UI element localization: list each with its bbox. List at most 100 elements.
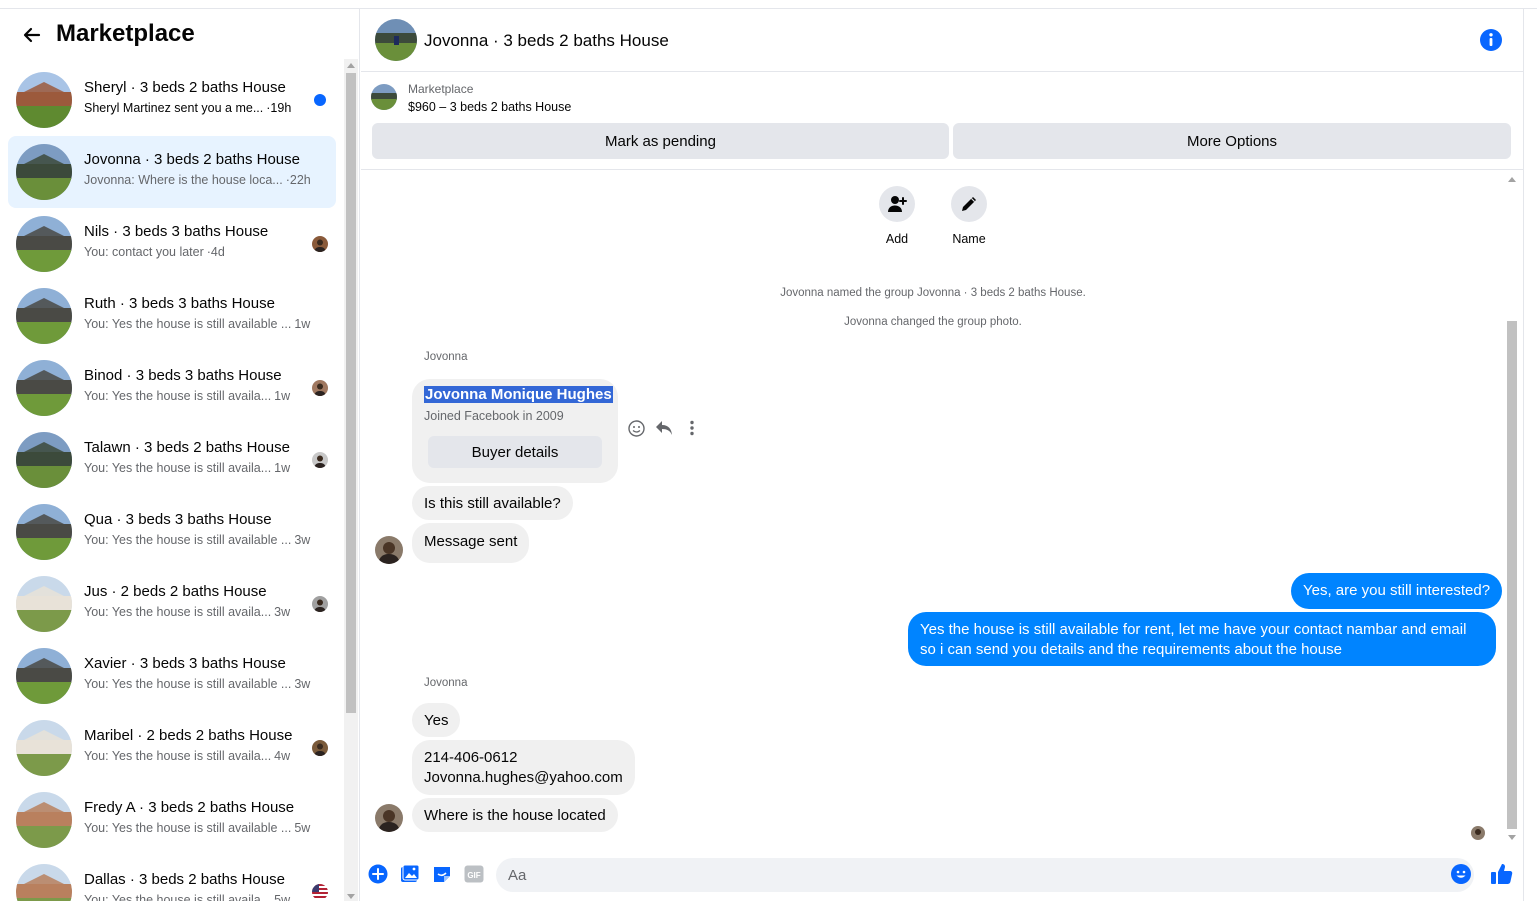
listing-avatar [16, 288, 72, 344]
snippet-time: 3w [294, 677, 311, 691]
conversation-snippet: You: Yes the house is still availa... 1w [84, 389, 319, 403]
snippet-text: You: Yes the house is still availa... [84, 461, 272, 475]
conversation-item[interactable]: Sheryl · 3 beds 2 baths House Sheryl Mart… [8, 64, 336, 136]
listing-avatar [16, 504, 72, 560]
sender-avatar[interactable] [375, 536, 403, 564]
unread-dot-icon [312, 92, 328, 108]
incoming-message[interactable]: Where is the house located [412, 798, 618, 832]
snippet-text: You: Yes the house is still available ..… [84, 533, 292, 547]
conversation-item[interactable]: Nils · 3 beds 3 baths House You: contact … [8, 208, 336, 280]
add-people-action[interactable]: Add [867, 186, 927, 246]
scroll-up-arrow-icon[interactable] [347, 63, 355, 68]
snippet-text: Sheryl Martinez sent you a me... [84, 101, 264, 115]
conversation-sidebar: Marketplace Sheryl · 3 beds 2 baths Hous… [0, 9, 360, 901]
scroll-down-arrow-icon[interactable] [1508, 835, 1516, 840]
back-arrow-icon[interactable] [18, 21, 46, 49]
gif-icon[interactable]: GIF [463, 863, 485, 885]
listing-avatar [16, 144, 72, 200]
scroll-down-arrow-icon[interactable] [347, 894, 355, 899]
conversation-item[interactable]: Jovonna · 3 beds 2 baths House Jovonna: W… [8, 136, 336, 208]
snippet-text: You: Yes the house is still available ..… [84, 821, 292, 835]
phone-number-text[interactable]: 214-406-0612 [424, 748, 623, 768]
chat-title[interactable]: Jovonna · 3 beds 2 baths House [424, 31, 669, 51]
conversation-item[interactable]: Jus · 2 beds 2 baths House You: Yes the h… [8, 568, 336, 640]
listing-avatar [16, 72, 72, 128]
info-icon[interactable] [1479, 28, 1503, 52]
conversation-item[interactable]: Xavier · 3 beds 3 baths House You: Yes th… [8, 640, 336, 712]
incoming-message[interactable]: 214-406-0612 Jovonna.hughes@yahoo.com [412, 740, 635, 795]
sender-avatar[interactable] [375, 804, 403, 832]
outgoing-message[interactable]: Yes the house is still available for ren… [908, 612, 1496, 666]
sidebar-scrollbar[interactable] [344, 59, 358, 901]
conversation-item[interactable]: Dallas · 3 beds 2 baths House You: Yes th… [8, 856, 336, 901]
conversation-snippet: You: Yes the house is still availa... 4w [84, 749, 319, 763]
more-vertical-icon[interactable] [683, 419, 701, 437]
conversation-name: Nils · 3 beds 3 baths House [84, 223, 269, 240]
sticker-icon[interactable] [431, 863, 453, 885]
mark-as-pending-button[interactable]: Mark as pending [372, 123, 949, 159]
conversation-snippet: You: Yes the house is still available ..… [84, 677, 319, 691]
seen-avatar [312, 380, 328, 396]
reply-icon[interactable] [655, 419, 673, 437]
thumbs-up-icon[interactable] [1489, 861, 1515, 887]
conversation-item[interactable]: Ruth · 3 beds 3 baths House You: Yes the … [8, 280, 336, 352]
snippet-time: ·19h [266, 101, 292, 115]
listing-price-title[interactable]: $960 – 3 beds 2 baths House [408, 100, 571, 114]
snippet-text: You: Yes the house is still availa... [84, 389, 272, 403]
incoming-message[interactable]: Message sent [412, 523, 530, 563]
conversation-item[interactable]: Qua · 3 beds 3 baths House You: Yes the h… [8, 496, 336, 568]
plus-circle-icon[interactable] [367, 863, 389, 885]
chat-avatar[interactable] [375, 19, 417, 61]
snippet-time: 5w [294, 821, 311, 835]
system-message: Jovonna named the group Jovonna · 3 beds… [780, 287, 1086, 299]
chat-header: Jovonna · 3 beds 2 baths House [361, 9, 1523, 72]
snippet-text: You: contact you later [84, 245, 204, 259]
snippet-time: 3w [274, 605, 291, 619]
svg-text:GIF: GIF [467, 871, 480, 880]
snippet-time: 4w [274, 749, 291, 763]
message-thread: Add Name Jovonna named the group Jovonna… [361, 171, 1523, 851]
message-composer: GIF [361, 855, 1523, 901]
listing-thumbnail[interactable] [371, 84, 397, 110]
chat-scrollbar[interactable] [1505, 173, 1519, 845]
conversation-snippet: You: contact you later ·4d [84, 245, 319, 259]
conversation-snippet: You: Yes the house is still available ..… [84, 821, 319, 835]
listing-label: Marketplace [408, 82, 474, 96]
snippet-time: 1w [294, 317, 311, 331]
name-group-action[interactable]: Name [939, 186, 999, 246]
conversation-name: Talawn · 3 beds 2 baths House [84, 439, 290, 456]
sidebar-header: Marketplace [0, 9, 359, 61]
conversation-snippet: You: Yes the house is still availa... 3w [84, 605, 319, 619]
react-emoji-icon[interactable] [627, 419, 645, 437]
buyer-name-selected[interactable]: Jovonna Monique Hughes [424, 386, 613, 403]
conversation-item[interactable]: Fredy A · 3 beds 2 baths House You: Yes t… [8, 784, 336, 856]
pencil-icon [951, 186, 987, 222]
photo-icon[interactable] [399, 863, 421, 885]
scrollbar-thumb[interactable] [346, 73, 356, 713]
top-border [0, 0, 1537, 9]
email-text[interactable]: Jovonna.hughes@yahoo.com [424, 768, 623, 788]
message-input[interactable] [496, 858, 1474, 892]
scroll-up-arrow-icon[interactable] [1508, 177, 1516, 182]
scrollbar-thumb[interactable] [1507, 321, 1517, 829]
snippet-text: You: Yes the house is still availa... [84, 605, 272, 619]
conversation-snippet: You: Yes the house is still availa... 5w [84, 893, 319, 901]
buyer-profile-card: Jovonna Monique Hughes Joined Facebook i… [412, 379, 618, 483]
conversation-item[interactable]: Talawn · 3 beds 2 baths House You: Yes th… [8, 424, 336, 496]
conversation-item[interactable]: Maribel · 2 beds 2 baths House You: Yes t… [8, 712, 336, 784]
seen-avatar [312, 740, 328, 756]
buyer-details-button[interactable]: Buyer details [428, 436, 602, 468]
snippet-text: You: Yes the house is still availa... [84, 893, 272, 901]
conversation-name: Sheryl · 3 beds 2 baths House [84, 79, 286, 96]
emoji-icon[interactable] [1450, 863, 1472, 885]
listing-avatar [16, 792, 72, 848]
conversation-name: Dallas · 3 beds 2 baths House [84, 871, 285, 888]
system-message: Jovonna changed the group photo. [844, 316, 1022, 328]
conversation-snippet: Jovonna: Where is the house loca... ·22h [84, 173, 319, 187]
incoming-message[interactable]: Yes [412, 703, 461, 737]
incoming-message[interactable]: Is this still available? [412, 486, 573, 520]
more-options-button[interactable]: More Options [953, 123, 1511, 159]
conversation-item[interactable]: Binod · 3 beds 3 baths House You: Yes the… [8, 352, 336, 424]
outgoing-message[interactable]: Yes, are you still interested? [1291, 573, 1503, 609]
snippet-text: Jovonna: Where is the house loca... [84, 173, 283, 187]
